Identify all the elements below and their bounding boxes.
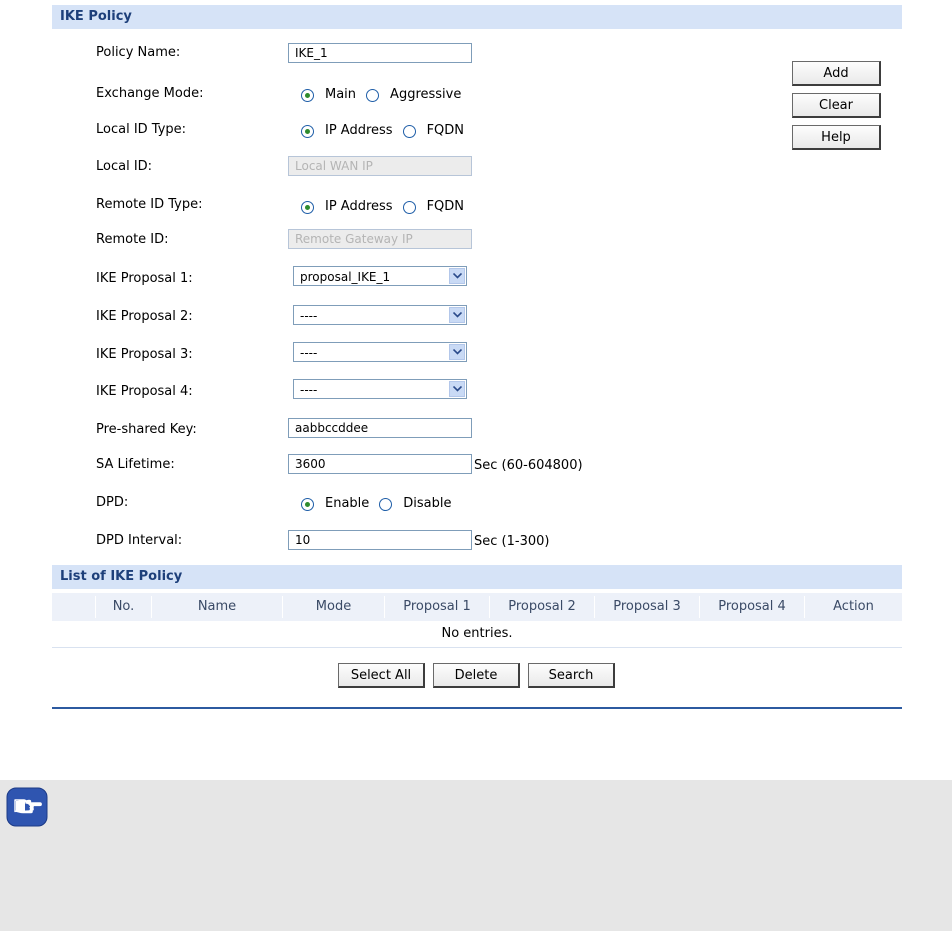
- local-id-type-fqdn-label: FQDN: [426, 123, 465, 138]
- pointing-hand-icon: [6, 787, 48, 827]
- chevron-down-icon[interactable]: [449, 307, 465, 323]
- remote-id-type-label: Remote ID Type:: [96, 197, 203, 212]
- local-id-input[interactable]: Local WAN IP: [288, 156, 472, 176]
- exchange-mode-aggressive-label: Aggressive: [390, 87, 462, 102]
- ike-proposal-3-select[interactable]: ----: [293, 342, 467, 362]
- pre-shared-key-label: Pre-shared Key:: [96, 422, 197, 437]
- remote-id-input[interactable]: Remote Gateway IP: [288, 229, 472, 249]
- ike-proposal-3-label: IKE Proposal 3:: [96, 347, 193, 362]
- ike-proposal-4-label: IKE Proposal 4:: [96, 384, 193, 399]
- ike-proposal-1-select[interactable]: proposal_IKE_1: [293, 266, 467, 286]
- ike-policy-title: IKE Policy: [60, 9, 132, 24]
- list-header: List of IKE Policy: [52, 565, 902, 589]
- ike-proposal-2-label: IKE Proposal 2:: [96, 309, 193, 324]
- ike-proposal-1-label: IKE Proposal 1:: [96, 271, 193, 286]
- local-id-type-group: IP Address FQDN: [301, 123, 474, 139]
- remote-id-type-ip-radio[interactable]: [301, 200, 314, 214]
- local-id-type-ip-radio[interactable]: [301, 124, 314, 138]
- exchange-mode-main-label: Main: [325, 87, 357, 102]
- dpd-enable-label: Enable: [325, 496, 370, 511]
- list-title: List of IKE Policy: [60, 569, 183, 584]
- chevron-down-icon[interactable]: [449, 381, 465, 397]
- exchange-mode-main-radio[interactable]: [301, 88, 314, 102]
- exchange-mode-aggressive-radio[interactable]: [366, 88, 380, 102]
- exchange-mode-group: Main Aggressive: [301, 87, 471, 103]
- remote-id-label: Remote ID:: [96, 232, 169, 247]
- column-mode: Mode: [315, 599, 352, 614]
- column-action: Action: [833, 599, 874, 614]
- column-proposal-2: Proposal 2: [508, 599, 576, 614]
- chevron-down-icon[interactable]: [449, 344, 465, 360]
- bottom-divider: [52, 707, 902, 709]
- policy-name-input[interactable]: IKE_1: [288, 43, 472, 63]
- local-id-type-label: Local ID Type:: [96, 122, 187, 137]
- remote-id-type-group: IP Address FQDN: [301, 199, 474, 215]
- chevron-down-icon[interactable]: [449, 268, 465, 284]
- local-id-label: Local ID:: [96, 159, 153, 174]
- ike-proposal-4-value: ----: [300, 383, 318, 397]
- select-all-button[interactable]: Select All: [338, 663, 425, 688]
- pre-shared-key-input[interactable]: aabbccddee: [288, 418, 472, 438]
- column-proposal-1: Proposal 1: [403, 599, 471, 614]
- clear-button[interactable]: Clear: [792, 93, 881, 118]
- dpd-label: DPD:: [96, 495, 129, 510]
- delete-button[interactable]: Delete: [433, 663, 520, 688]
- dpd-interval-label: DPD Interval:: [96, 533, 183, 548]
- policy-name-label: Policy Name:: [96, 45, 181, 60]
- ike-proposal-2-value: ----: [300, 309, 318, 323]
- column-proposal-4: Proposal 4: [718, 599, 786, 614]
- exchange-mode-label: Exchange Mode:: [96, 86, 204, 101]
- dpd-disable-label: Disable: [403, 496, 452, 511]
- note-panel: [0, 780, 952, 931]
- column-no: No.: [112, 599, 135, 614]
- sa-lifetime-unit: Sec (60-604800): [474, 458, 583, 473]
- dpd-interval-unit: Sec (1-300): [474, 534, 550, 549]
- sa-lifetime-label: SA Lifetime:: [96, 457, 175, 472]
- help-button[interactable]: Help: [792, 125, 881, 150]
- ike-proposal-4-select[interactable]: ----: [293, 379, 467, 399]
- dpd-interval-input[interactable]: 10: [288, 530, 472, 550]
- dpd-enable-radio[interactable]: [301, 497, 314, 511]
- ike-proposal-1-value: proposal_IKE_1: [300, 270, 391, 284]
- column-name: Name: [197, 599, 237, 614]
- remote-id-type-ip-label: IP Address: [325, 199, 393, 214]
- add-button[interactable]: Add: [792, 61, 881, 86]
- remote-id-type-fqdn-label: FQDN: [426, 199, 465, 214]
- local-id-type-ip-label: IP Address: [325, 123, 393, 138]
- ike-proposal-2-select[interactable]: ----: [293, 305, 467, 325]
- dpd-group: Enable Disable: [301, 496, 462, 512]
- column-proposal-3: Proposal 3: [613, 599, 681, 614]
- empty-table-message: No entries.: [52, 621, 902, 648]
- remote-id-type-fqdn-radio[interactable]: [402, 200, 416, 214]
- local-id-type-fqdn-radio[interactable]: [402, 124, 416, 138]
- ike-proposal-3-value: ----: [300, 346, 318, 360]
- table-header: No. Name Mode Proposal 1 Proposal 2 Prop…: [52, 593, 902, 621]
- search-button[interactable]: Search: [528, 663, 615, 688]
- ike-policy-header: IKE Policy: [52, 5, 902, 29]
- sa-lifetime-input[interactable]: 3600: [288, 454, 472, 474]
- dpd-disable-radio[interactable]: [379, 497, 393, 511]
